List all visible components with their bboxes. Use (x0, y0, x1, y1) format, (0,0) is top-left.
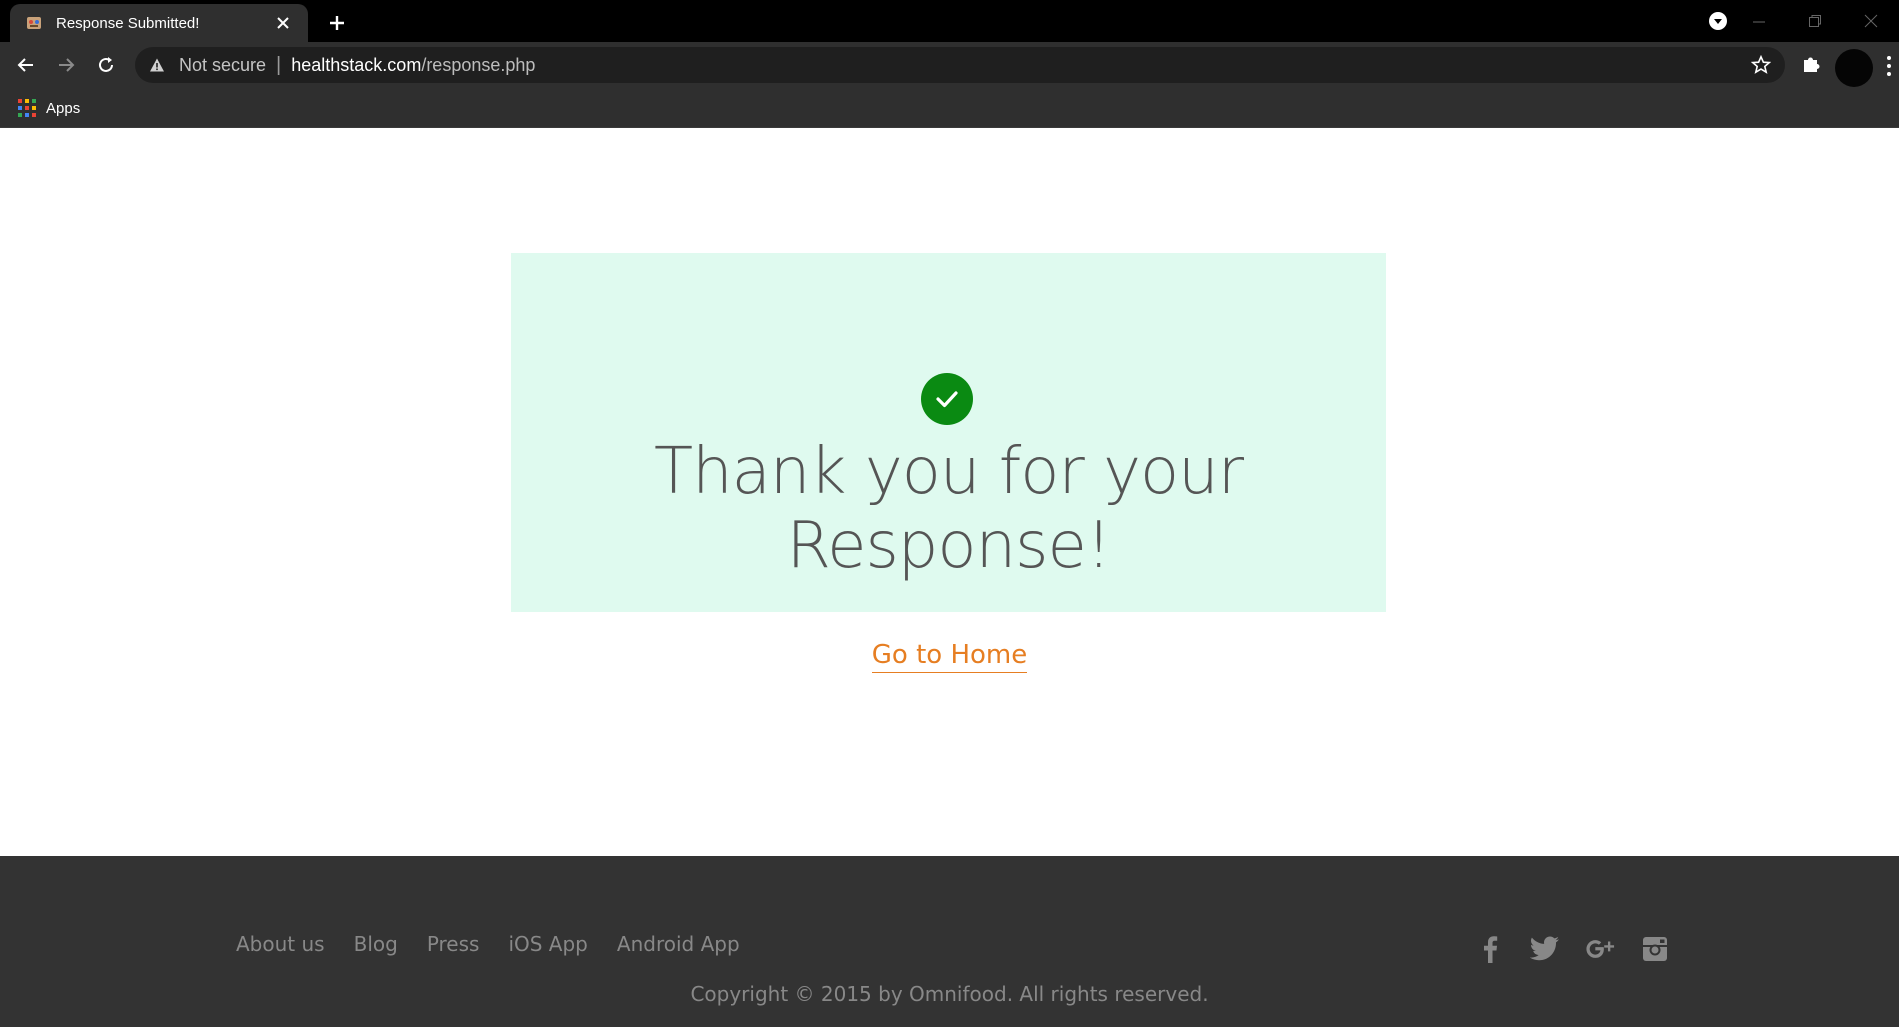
reload-icon[interactable] (90, 49, 122, 81)
warning-icon[interactable] (149, 56, 167, 74)
site-favicon-icon (24, 13, 44, 33)
success-card: Thank you for your Response! (511, 253, 1386, 612)
new-tab-icon[interactable] (322, 8, 352, 38)
bookmarks-bar: Apps (0, 88, 1899, 128)
footer-link-android-app[interactable]: Android App (617, 932, 740, 956)
copyright-text: Copyright © 2015 by Omnifood. All rights… (690, 982, 1209, 1006)
footer-link-ios-app[interactable]: iOS App (508, 932, 587, 956)
social-links (1475, 934, 1695, 964)
bookmark-star-icon[interactable] (1750, 54, 1772, 75)
browser-tab[interactable]: Response Submitted! (10, 4, 308, 42)
minimize-icon[interactable] (1731, 0, 1787, 42)
restore-icon[interactable] (1787, 0, 1843, 42)
footer-link-blog[interactable]: Blog (354, 932, 398, 956)
window-controls (1731, 0, 1899, 42)
close-tab-icon[interactable] (272, 12, 294, 34)
instagram-icon[interactable] (1640, 934, 1670, 964)
browser-tab-strip: Response Submitted! (0, 0, 1899, 42)
bookmark-apps-label: Apps (46, 99, 81, 117)
footer-nav: About us Blog Press iOS App Android App (236, 932, 769, 956)
back-icon[interactable] (10, 49, 42, 81)
security-status[interactable]: Not secure (179, 55, 266, 76)
bookmark-apps[interactable]: Apps (18, 96, 80, 120)
url-separator: | (276, 53, 282, 76)
home-link-row: Go to Home (0, 640, 1899, 673)
close-window-icon[interactable] (1843, 0, 1899, 42)
footer-link-press[interactable]: Press (427, 932, 480, 956)
tab-search-icon[interactable] (1707, 10, 1729, 32)
forward-icon[interactable] (50, 49, 82, 81)
page-content: Thank you for your Response! Go to Home (0, 128, 1899, 856)
facebook-icon[interactable] (1475, 934, 1505, 964)
profile-avatar[interactable] (1835, 49, 1873, 87)
apps-grid-icon (18, 99, 36, 117)
browser-toolbar: Not secure | healthstack.com/response.ph… (0, 42, 1899, 88)
site-footer: About us Blog Press iOS App Android App … (0, 856, 1899, 1027)
thank-you-heading: Thank you for your Response! (653, 435, 1244, 583)
checkmark-icon (921, 373, 973, 425)
tab-title: Response Submitted! (56, 14, 200, 32)
url-path: /response.php (421, 54, 536, 75)
url-host: healthstack.com (291, 54, 422, 75)
google-plus-icon[interactable] (1585, 934, 1615, 964)
extensions-puzzle-icon[interactable] (1800, 53, 1824, 77)
go-to-home-link[interactable]: Go to Home (871, 640, 1028, 673)
browser-menu-icon[interactable] (1884, 54, 1894, 78)
footer-link-about[interactable]: About us (236, 932, 325, 956)
twitter-icon[interactable] (1530, 934, 1560, 964)
address-bar[interactable]: Not secure | healthstack.com/response.ph… (135, 47, 1785, 83)
